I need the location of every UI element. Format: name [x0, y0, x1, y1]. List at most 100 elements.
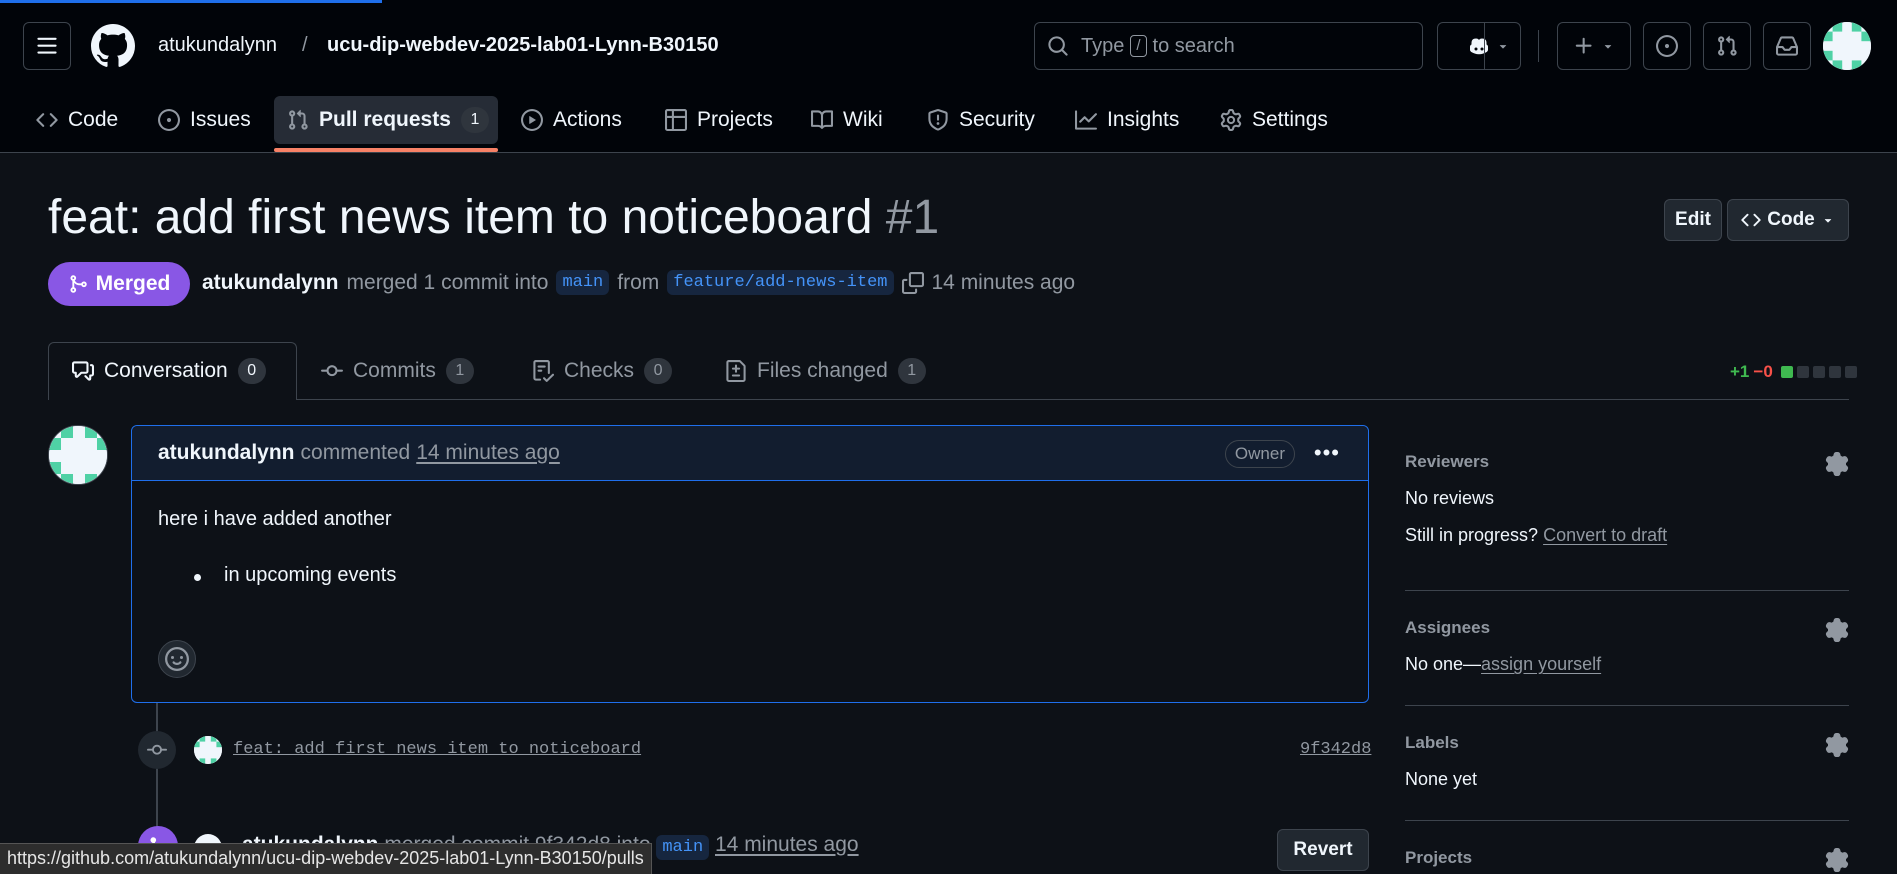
- tab-files-changed[interactable]: Files changed 1: [725, 342, 926, 400]
- tab-projects[interactable]: Projects: [665, 96, 773, 144]
- edit-button[interactable]: Edit: [1664, 199, 1722, 241]
- play-icon: [521, 109, 543, 131]
- comment-discussion-icon: [72, 361, 94, 381]
- add-reaction-button[interactable]: [158, 640, 196, 678]
- labels-value: None yet: [1405, 769, 1478, 789]
- tab-label: Settings: [1252, 108, 1328, 131]
- gear-icon: [1220, 109, 1242, 131]
- smiley-icon: [165, 647, 189, 671]
- sidebar-divider: [1405, 590, 1849, 591]
- head-branch[interactable]: feature/add-news-item: [667, 270, 894, 295]
- revert-button[interactable]: Revert: [1277, 829, 1369, 871]
- assignees-heading: Assignees: [1405, 618, 1491, 637]
- issues-button[interactable]: [1643, 22, 1691, 70]
- tab-code[interactable]: Code: [36, 96, 118, 144]
- merge-time: 14 minutes ago: [931, 270, 1076, 294]
- git-merge-icon: [70, 275, 87, 293]
- tab-checks[interactable]: Checks 0: [532, 342, 673, 400]
- tab-insights[interactable]: Insights: [1075, 96, 1179, 144]
- pull-request-icon: [1718, 35, 1737, 56]
- code-dropdown-button[interactable]: Code: [1727, 199, 1849, 241]
- tab-security[interactable]: Security: [927, 96, 1035, 144]
- commit-author-avatar[interactable]: [194, 736, 222, 764]
- assign-yourself-link[interactable]: assign yourself: [1481, 654, 1601, 674]
- global-header: atukundalynn / ucu-dip-webdev-2025-lab01…: [0, 0, 1897, 153]
- code-icon: [36, 113, 58, 127]
- tab-conversation[interactable]: Conversation 0: [72, 342, 266, 400]
- sidebar-projects: Projects: [1405, 848, 1849, 874]
- tab-pull-requests[interactable]: Pull requests 1: [287, 96, 489, 144]
- comment-author-link[interactable]: atukundalynn: [158, 441, 295, 465]
- convert-to-draft-link[interactable]: Convert to draft: [1543, 525, 1667, 545]
- breadcrumb-repo[interactable]: ucu-dip-webdev-2025-lab01-Lynn-B30150: [327, 34, 719, 57]
- tab-label: Commits: [353, 359, 436, 382]
- tab-wiki[interactable]: Wiki: [811, 96, 883, 144]
- tab-label: Code: [68, 108, 119, 131]
- tab-label: Security: [959, 108, 1035, 131]
- additions-count: +1: [1730, 362, 1750, 381]
- tab-actions[interactable]: Actions: [521, 96, 622, 144]
- graph-icon: [1075, 110, 1097, 130]
- menu-button[interactable]: [23, 22, 71, 70]
- copy-icon[interactable]: [901, 271, 924, 294]
- commits-count: 1: [445, 358, 474, 384]
- pull-request-icon: [289, 109, 308, 130]
- base-branch[interactable]: main: [556, 270, 610, 295]
- pull-requests-button[interactable]: [1703, 22, 1751, 70]
- checklist-icon: [533, 360, 554, 382]
- gear-icon[interactable]: [1825, 618, 1849, 642]
- diffstat-block: [1844, 366, 1857, 378]
- table-icon: [665, 109, 687, 131]
- selected-tab-underline: [274, 148, 498, 152]
- github-logo-icon[interactable]: [91, 24, 135, 68]
- checks-count: 0: [644, 358, 673, 384]
- comment-action: commented: [300, 441, 411, 464]
- commit-icon: [321, 365, 343, 377]
- search-input[interactable]: Type / to search: [1034, 22, 1423, 70]
- comment-author-avatar[interactable]: [48, 425, 108, 485]
- hamburger-icon: [37, 37, 57, 54]
- search-suffix: to search: [1152, 34, 1235, 57]
- projects-heading: Projects: [1405, 848, 1473, 867]
- gear-icon[interactable]: [1825, 733, 1849, 757]
- gear-icon[interactable]: [1825, 848, 1849, 872]
- merged-event-branch[interactable]: main: [656, 835, 710, 860]
- tab-label: Issues: [190, 108, 251, 131]
- create-new-button[interactable]: [1557, 22, 1631, 70]
- tab-commits[interactable]: Commits 1: [321, 342, 474, 400]
- merged-event-time[interactable]: 14 minutes ago: [715, 833, 859, 856]
- conversation-count: 0: [237, 358, 266, 384]
- comment-timestamp-link[interactable]: 14 minutes ago: [416, 441, 560, 465]
- page-loading-bar: [0, 0, 382, 3]
- tab-label: Actions: [553, 108, 622, 131]
- commit-sha-link[interactable]: 9f342d8: [1300, 740, 1371, 759]
- gear-icon[interactable]: [1825, 452, 1849, 476]
- user-avatar[interactable]: [1823, 22, 1871, 70]
- sidebar-labels: Labels None yet: [1405, 733, 1849, 793]
- file-diff-icon: [726, 360, 746, 382]
- pr-tabs-divider: [48, 399, 1849, 400]
- merge-text: merged 1 commit into: [346, 270, 549, 294]
- merge-author-link[interactable]: atukundalynn: [202, 271, 339, 295]
- tab-settings[interactable]: Settings: [1220, 96, 1328, 144]
- tab-label: Pull requests: [319, 108, 451, 131]
- search-prefix: Type: [1081, 34, 1125, 57]
- inbox-button[interactable]: [1763, 22, 1811, 70]
- sidebar-assignees: Assignees No one—assign yourself: [1405, 618, 1849, 678]
- tab-issues[interactable]: Issues: [158, 96, 251, 144]
- commit-message-link[interactable]: feat: add first news item to noticeboard: [233, 740, 641, 759]
- pr-title-text: feat: add first news item to noticeboard: [48, 191, 873, 244]
- kebab-icon[interactable]: •••: [1314, 440, 1340, 466]
- merged-label: Merged: [95, 272, 171, 295]
- chevron-down-icon: [1824, 219, 1831, 223]
- browser-status-url: https://github.com/atukundalynn/ucu-dip-…: [0, 843, 652, 874]
- comment-list-item: in upcoming events: [193, 564, 397, 586]
- comment-header: atukundalynn commented 14 minutes ago Ow…: [132, 426, 1368, 481]
- diffstat-block: [1812, 366, 1825, 378]
- copilot-button[interactable]: [1437, 22, 1521, 70]
- breadcrumb-owner[interactable]: atukundalynn: [158, 34, 277, 57]
- diffstat-block: [1780, 366, 1793, 378]
- deletions-count: −0: [1753, 362, 1773, 381]
- revert-label: Revert: [1293, 839, 1353, 860]
- assignees-line: No one—assign yourself: [1405, 654, 1849, 675]
